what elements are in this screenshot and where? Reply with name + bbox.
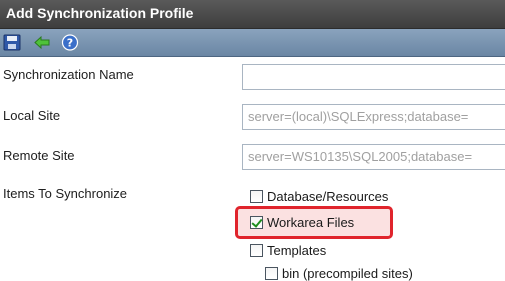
sync-name-input[interactable]	[242, 64, 505, 90]
checkbox-row-templates[interactable]: Templates	[250, 243, 326, 258]
save-icon[interactable]	[3, 34, 21, 51]
database-resources-label: Database/Resources	[267, 189, 389, 204]
bin-label: bin (precompiled sites)	[282, 266, 413, 281]
templates-label: Templates	[267, 243, 327, 258]
help-icon[interactable]: ?	[61, 34, 79, 51]
toolbar: ?	[0, 29, 505, 57]
sync-name-label: Synchronization Name	[3, 67, 134, 82]
templates-checkbox[interactable]	[250, 244, 263, 257]
database-resources-checkbox[interactable]	[250, 190, 263, 203]
local-site-input[interactable]: server=(local)\SQLExpress;database=	[242, 104, 505, 130]
back-arrow-icon[interactable]	[33, 34, 51, 51]
checkbox-row-bin[interactable]: bin (precompiled sites)	[265, 266, 413, 281]
checkbox-row-database-resources[interactable]: Database/Resources	[250, 189, 388, 204]
workarea-files-checkbox[interactable]	[250, 216, 263, 229]
checkbox-row-workarea-files[interactable]: Workarea Files	[250, 215, 354, 230]
bin-checkbox[interactable]	[265, 267, 278, 280]
workarea-files-label: Workarea Files	[267, 215, 355, 230]
items-to-sync-label: Items To Synchronize	[3, 186, 128, 201]
remote-site-input[interactable]: server=WS10135\SQL2005;database=	[242, 144, 505, 170]
window-title: Add Synchronization Profile	[0, 0, 505, 29]
svg-text:?: ?	[67, 37, 73, 50]
local-site-label: Local Site	[3, 108, 61, 123]
remote-site-label: Remote Site	[3, 148, 75, 163]
